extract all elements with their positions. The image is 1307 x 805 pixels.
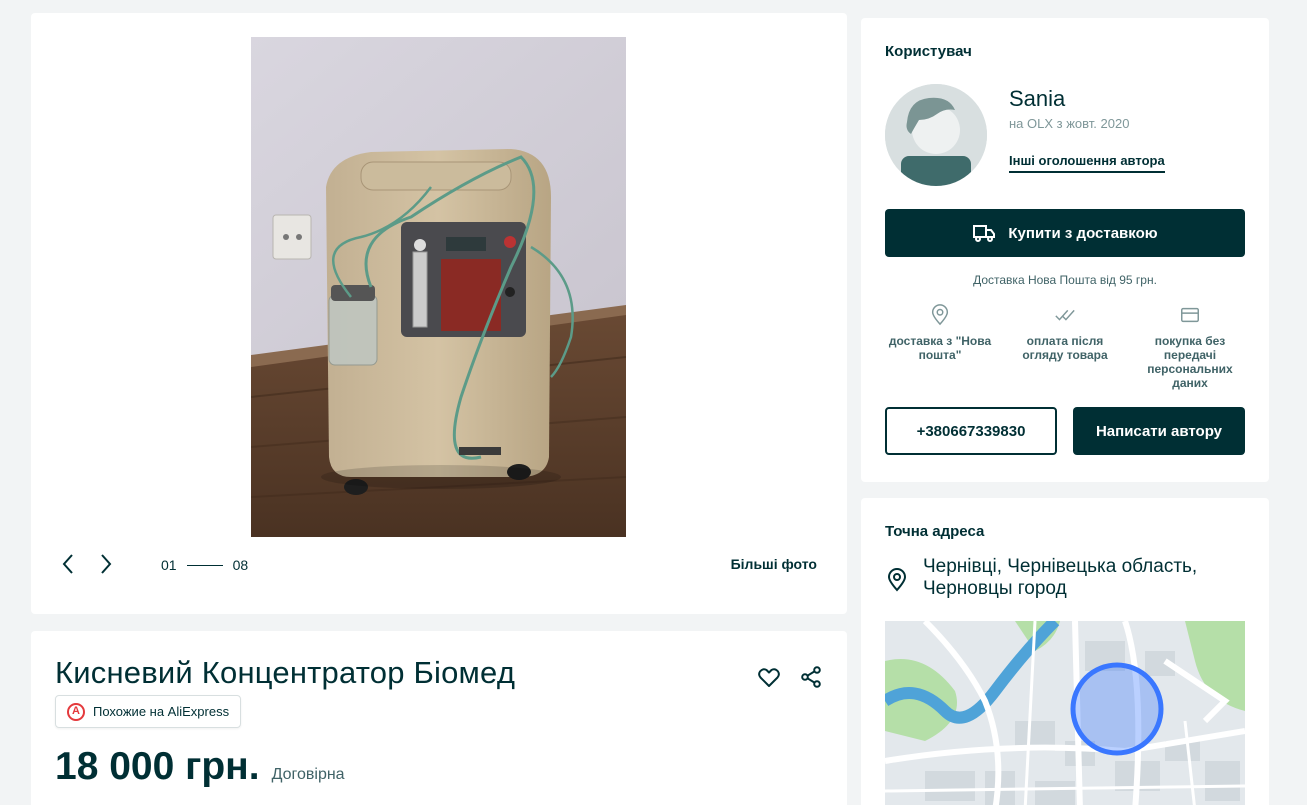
photo-total: 08 [232, 557, 249, 573]
feature-label: покупка без передачі персональних даних [1147, 334, 1233, 390]
location-map[interactable] [885, 621, 1245, 805]
photo-current: 01 [161, 557, 177, 573]
delivery-truck-icon [973, 225, 996, 242]
chevron-left-icon [62, 554, 73, 574]
delivery-features: доставка з "Нова пошта" оплата після огл… [885, 304, 1245, 390]
share-icon [801, 666, 821, 688]
listing-photo[interactable] [251, 37, 626, 537]
feature-nova-poshta: доставка з "Нова пошта" [885, 304, 995, 390]
bigger-photos-link[interactable]: Більші фото [731, 556, 817, 572]
delivery-note: Доставка Нова Пошта від 95 грн. [973, 273, 1157, 287]
photo-gallery: 01 08 Більші фото [31, 13, 847, 614]
next-photo-button[interactable] [93, 551, 119, 577]
address-card: Точна адреса Чернівці, Чернівецька облас… [861, 498, 1269, 805]
double-check-icon [1055, 309, 1075, 321]
buy-with-delivery-button[interactable]: Купити з доставкою [885, 209, 1245, 257]
listing-title: Кисневий Концентратор Біомед [55, 655, 516, 690]
listing-actions [757, 665, 823, 689]
feature-label: оплата після огляду товара [1022, 334, 1108, 362]
chevron-right-icon [101, 554, 112, 574]
address-text: Чернівці, Чернівецька область, Черновцы … [923, 556, 1198, 599]
price-row: 18 000 грн. Договірна [55, 745, 345, 789]
aliexpress-logo-icon: A [67, 702, 85, 721]
credit-card-icon [1181, 307, 1199, 323]
prev-photo-button[interactable] [55, 551, 81, 577]
counter-divider [186, 564, 223, 566]
negotiable-label: Договірна [271, 766, 345, 783]
phone-button[interactable]: +380667339830 [885, 407, 1057, 455]
gallery-controls: 01 08 Більші фото [55, 549, 823, 579]
favorite-button[interactable] [757, 665, 781, 689]
address-row: Чернівці, Чернівецька область, Черновцы … [885, 556, 1243, 600]
message-author-button[interactable]: Написати автору [1073, 407, 1245, 455]
seller-name: Sania [1009, 86, 1066, 111]
price: 18 000 грн. [55, 745, 260, 788]
buy-with-delivery-label: Купити з доставкою [1008, 224, 1158, 242]
share-button[interactable] [799, 665, 823, 689]
seller-since: на OLX з жовт. 2020 [1009, 116, 1130, 131]
feature-label: доставка з "Нова пошта" [888, 334, 992, 362]
feature-pay-after-inspection: оплата після огляду товара [1010, 304, 1120, 390]
seller-section-title: Користувач [885, 43, 972, 60]
feature-no-personal-data: покупка без передачі персональних даних [1135, 304, 1245, 390]
other-ads-link[interactable]: Інші оголошення автора [1009, 153, 1165, 173]
listing-summary: Кисневий Концентратор Біомед A Похожие н… [31, 631, 847, 805]
location-pin-icon [931, 304, 949, 326]
avatar[interactable] [885, 84, 987, 186]
location-pin-icon [887, 568, 907, 592]
address-section-title: Точна адреса [885, 523, 985, 540]
heart-icon [758, 668, 780, 687]
contact-buttons: +380667339830 Написати автору [885, 407, 1245, 455]
photo-counter: 01 08 [161, 557, 248, 573]
aliexpress-similar-button[interactable]: A Похожие на AliExpress [55, 695, 242, 728]
aliexpress-label: Похожие на AliExpress [93, 704, 230, 719]
seller-card: Користувач Sania на OLX з жовт. 2020 Інш… [861, 18, 1269, 482]
